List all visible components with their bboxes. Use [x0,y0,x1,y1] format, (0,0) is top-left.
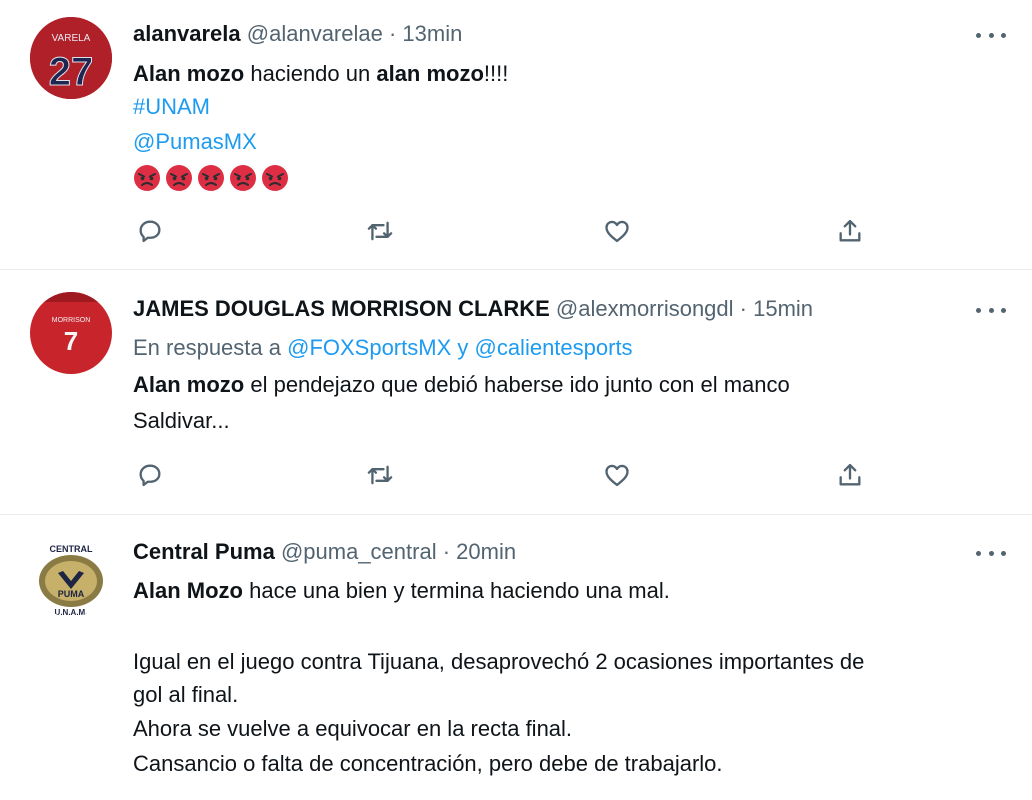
handle[interactable]: @alanvarelae [247,21,383,46]
timestamp[interactable]: 20min [456,539,516,564]
mention-link[interactable]: @calientesports [474,335,632,360]
hashtag-link[interactable]: #UNAM [133,93,210,121]
angry-face-icon [230,165,256,192]
emoji-row [133,163,293,192]
central-puma-logo: CENTRAL PUMA U.N.A.M. [30,535,112,617]
share-icon[interactable] [833,458,867,492]
bold-text: Alan mozo [133,372,245,397]
heart-icon[interactable] [600,214,634,248]
more-icon[interactable] [976,543,1006,563]
retweet-icon[interactable] [363,458,397,492]
jersey-7-image: MORRISON 7 [30,292,112,374]
mention-link[interactable]: @FOXSportsMX [287,335,451,360]
separator: · [436,539,457,564]
tweet-text-line: Cansancio o falta de concentración, pero… [133,751,723,776]
more-icon[interactable] [976,25,1006,45]
angry-face-icon [166,165,192,192]
reply-icon[interactable] [133,458,167,492]
plain-text: el pendejazo que debió haberse ido junto… [244,372,790,397]
more-icon[interactable] [976,300,1006,320]
tweet-text-line: Alan mozo el pendejazo que debió haberse… [133,371,790,399]
angry-face-icon [134,165,160,192]
avatar-puma-central[interactable]: CENTRAL PUMA U.N.A.M. [30,535,112,617]
svg-text:U.N.A.M.: U.N.A.M. [55,608,88,617]
tweet-2[interactable]: MORRISON 7 JAMES DOUGLAS MORRISON CLARKE… [0,270,1032,514]
tweet-text-line: Igual en el juego contra Tijuana, desapr… [133,649,865,674]
separator: · [733,296,754,321]
display-name[interactable]: alanvarela [133,21,241,46]
tweet-text-line: Ahora se vuelve a equivocar en la recta … [133,716,573,741]
reply-join: y [451,335,475,360]
reply-prefix: En respuesta a [133,335,288,360]
handle[interactable]: @alexmorrisongdl [556,296,734,321]
svg-text:MORRISON: MORRISON [52,317,91,324]
angry-face-icon [198,165,224,192]
bold-text: Alan Mozo [133,578,243,603]
tweet-3[interactable]: CENTRAL PUMA U.N.A.M. Central Puma @puma… [0,515,1032,800]
separator: · [382,21,403,46]
plain-text: haciendo un [244,61,377,86]
display-name[interactable]: Central Puma [133,539,275,564]
svg-text:PUMA: PUMA [58,589,85,599]
avatar-alanvarela[interactable]: VARELA 27 [30,17,112,99]
avatar-alexmorrisongdl[interactable]: MORRISON 7 [30,292,112,374]
share-icon[interactable] [833,214,867,248]
svg-text:27: 27 [49,50,94,94]
jersey-27-image: VARELA 27 [30,17,112,99]
tweet-text-line: Saldivar... [133,408,230,433]
tweet-actions [133,458,873,492]
angry-face-icon [262,165,288,192]
plain-text: !!!! [483,61,509,86]
handle[interactable]: @puma_central [281,539,437,564]
plain-text: hace una bien y termina haciendo una mal… [243,578,670,603]
bold-text: alan mozo [376,61,484,86]
tweet-header: alanvarela @alanvarelae · 13min [133,20,462,48]
tweet-1[interactable]: VARELA 27 alanvarela @alanvarelae · 13mi… [0,0,1032,268]
bold-text: Alan mozo [133,61,245,86]
reply-icon[interactable] [133,214,167,248]
retweet-icon[interactable] [363,214,397,248]
display-name[interactable]: JAMES DOUGLAS MORRISON CLARKE [133,296,550,321]
svg-text:CENTRAL: CENTRAL [50,544,93,554]
timestamp[interactable]: 15min [753,296,813,321]
tweet-actions [133,214,873,248]
svg-text:VARELA: VARELA [52,33,91,44]
timestamp[interactable]: 13min [402,21,462,46]
reply-context: En respuesta a @FOXSportsMX y @calientes… [133,334,633,362]
svg-text:7: 7 [64,326,78,356]
heart-icon[interactable] [600,458,634,492]
tweet-text-line: Alan Mozo hace una bien y termina hacien… [133,577,670,605]
tweet-header: Central Puma @puma_central · 20min [133,538,516,566]
tweet-text-line: Alan mozo haciendo un alan mozo!!!! [133,60,508,88]
tweet-header: JAMES DOUGLAS MORRISON CLARKE @alexmorri… [133,295,813,323]
tweet-text-line: gol al final. [133,682,239,707]
mention-link[interactable]: @PumasMX [133,128,257,156]
